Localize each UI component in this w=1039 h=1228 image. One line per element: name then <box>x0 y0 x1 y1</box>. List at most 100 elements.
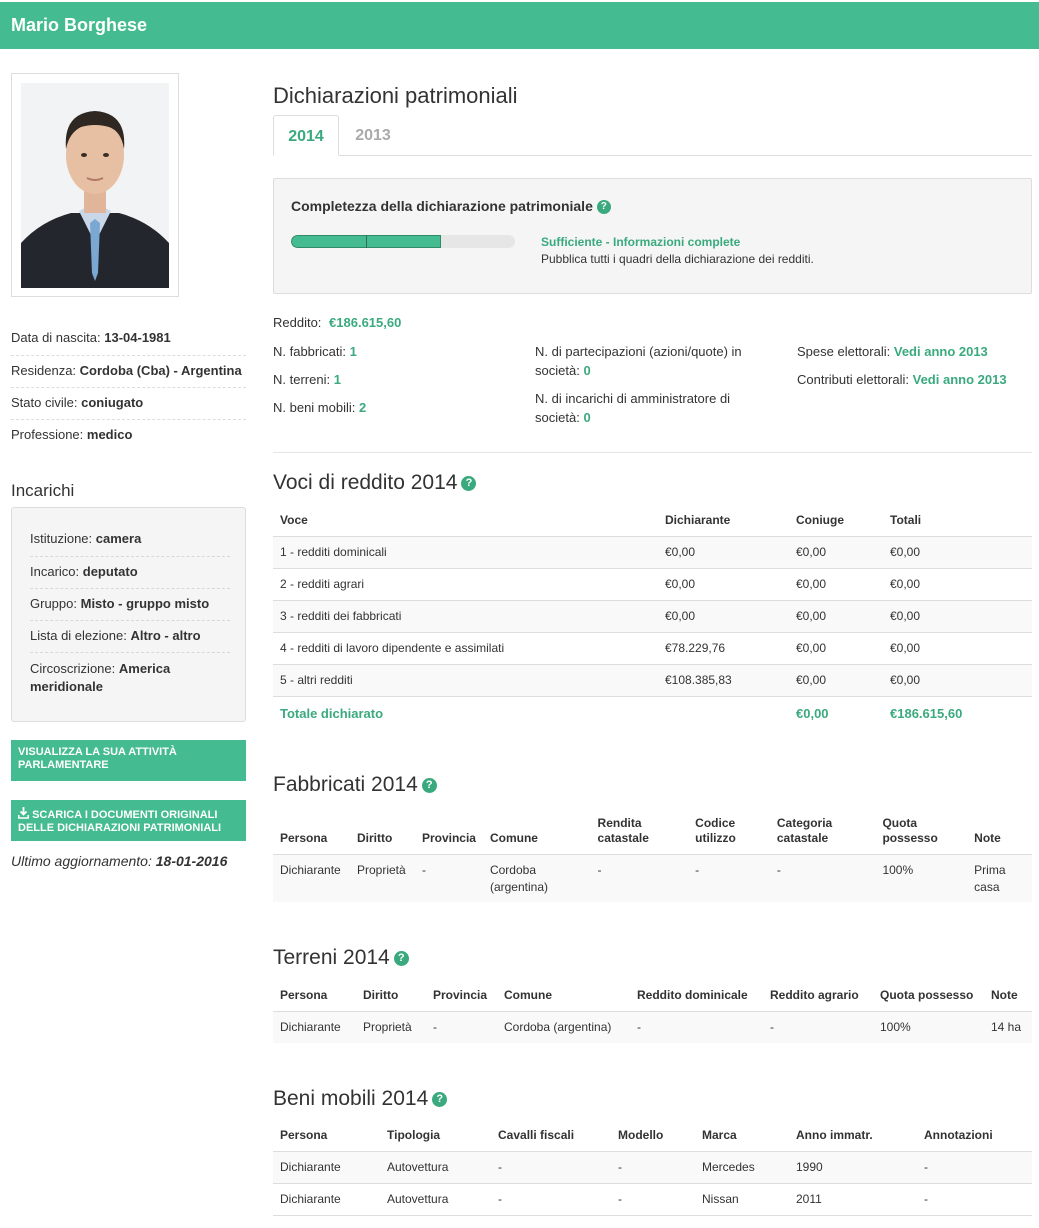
incarico-value: deputato <box>82 564 138 579</box>
page-title: Dichiarazioni patrimoniali <box>273 83 518 108</box>
last-update-label: Ultimo aggiornamento: <box>11 853 152 869</box>
table-cell: €0,00 <box>883 600 1032 633</box>
fabbricati-count-label: N. fabbricati: <box>273 344 346 359</box>
column-header: Reddito agrario <box>763 988 873 1012</box>
column-header: Persona <box>273 988 356 1012</box>
table-cell: Dichiarante <box>273 1151 380 1184</box>
question-circle-icon[interactable]: ? <box>393 950 409 966</box>
column-header: Diritto <box>349 815 415 855</box>
gruppo-label: Gruppo: <box>30 596 77 611</box>
table-cell: 3 - redditi dei fabbricati <box>273 600 658 633</box>
tab-2013[interactable]: 2013 <box>340 115 406 156</box>
column-header: Tipologia <box>380 1128 491 1152</box>
table-cell: €0,00 <box>658 568 789 601</box>
civil-status-value: coniugato <box>81 395 144 410</box>
table-cell: - <box>763 1011 873 1043</box>
table-row: 4 - redditi di lavoro dipendente e assim… <box>273 632 1032 665</box>
circoscrizione-label: Circoscrizione: <box>30 661 116 676</box>
divider <box>11 387 246 388</box>
table-header-row: Persona Tipologia Cavalli fiscali Modello Ma… <box>273 1128 1032 1152</box>
column-header: Rendita catastale <box>590 815 689 855</box>
last-update: Ultimo aggiornamento: 18-01-2016 <box>11 853 227 869</box>
table-cell: Nissan <box>695 1183 789 1216</box>
beni-title-text: Beni mobili 2014 <box>273 1087 429 1110</box>
question-circle-icon[interactable]: ? <box>421 777 437 793</box>
progress-tick <box>366 235 367 248</box>
birth-date-label: Data di nascita: <box>11 330 101 345</box>
table-cell: - <box>769 854 876 902</box>
table-cell: Cordoba (argentina) <box>497 1011 630 1043</box>
redditi-title-text: Voci di reddito 2014 <box>273 471 458 494</box>
terreni-count: N. terreni: 1 <box>273 370 341 389</box>
table-cell: €0,00 <box>883 536 1032 569</box>
reddito-summary: Reddito: €186.615,60 <box>273 313 401 332</box>
profession-value: medico <box>86 427 133 442</box>
question-circle-icon[interactable]: ? <box>432 1091 448 1107</box>
column-header: Modello <box>611 1128 695 1152</box>
view-activity-button[interactable]: Visualizza la sua attività parlamentare <box>11 740 246 781</box>
beni-count-label: N. beni mobili: <box>273 400 356 415</box>
completeness-title: Completezza della dichiarazione patrimon… <box>291 198 611 215</box>
column-header: Quota possesso <box>875 815 968 855</box>
table-cell: - <box>688 854 770 902</box>
table-cell: €0,00 <box>658 600 789 633</box>
column-header: Codice utilizzo <box>688 815 770 855</box>
table-cell: 4 - redditi di lavoro dipendente e assim… <box>273 632 658 665</box>
divider <box>30 620 230 621</box>
beni-count-value: 2 <box>359 400 367 415</box>
column-header: Note <box>967 815 1032 855</box>
top-header: Mario Borghese <box>0 2 1039 49</box>
table-cell: €0,00 <box>789 600 883 633</box>
question-circle-icon[interactable]: ? <box>461 475 477 491</box>
column-header: Marca <box>695 1128 789 1152</box>
last-update-value: 18-01-2016 <box>155 853 228 869</box>
table-total-cell: €0,00 <box>789 696 883 731</box>
incarichi-box: Istituzione: camera Incarico: deputato G… <box>11 507 246 722</box>
table-cell: €0,00 <box>883 632 1032 665</box>
table-cell: 2011 <box>789 1183 917 1216</box>
spese-elettorali-link[interactable]: Vedi anno 2013 <box>894 344 988 359</box>
terreni-table: Persona Diritto Provincia Comune Reddito dom… <box>273 988 1032 1043</box>
terreni-title-text: Terreni 2014 <box>273 946 390 969</box>
column-header: Annotazioni <box>917 1128 1032 1152</box>
column-header: Comune <box>482 815 591 855</box>
column-header: Note <box>984 988 1032 1012</box>
column-header: Persona <box>273 1128 380 1152</box>
question-circle-icon[interactable]: ? <box>596 200 611 215</box>
completeness-status: Sufficiente - Informazioni complete <box>541 235 741 249</box>
istituzione-value: camera <box>95 531 142 546</box>
table-header-row: Persona Diritto Provincia Comune Reddito dom… <box>273 988 1032 1012</box>
fabbricati-title-text: Fabbricati 2014 <box>273 773 418 796</box>
table-cell: - <box>590 854 689 902</box>
completeness-progress-bar <box>291 235 515 248</box>
table-cell: €0,00 <box>883 664 1032 697</box>
table-cell: €0,00 <box>658 536 789 569</box>
table-row: 5 - altri redditi €108.385,83 €0,00 €0,00 <box>273 664 1032 697</box>
incarico-label: Incarico: <box>30 564 80 579</box>
column-header: Coniuge <box>789 513 883 537</box>
lista-row: Lista di elezione: Altro - altro <box>30 627 230 645</box>
tab-2014[interactable]: 2014 <box>273 115 339 156</box>
download-documents-button[interactable]: Scarica i documenti originali delle dich… <box>11 800 246 841</box>
amministratore-count: N. di incarichi di amministratore di soc… <box>535 389 770 427</box>
incarichi-title: Incarichi <box>11 481 75 500</box>
politician-name: Mario Borghese <box>11 15 148 35</box>
divider <box>30 588 230 589</box>
istituzione-label: Istituzione: <box>30 531 93 546</box>
table-row: 2 - redditi agrari €0,00 €0,00 €0,00 <box>273 568 1032 601</box>
column-header: Anno immatr. <box>789 1128 917 1152</box>
fabbricati-table: Persona Diritto Provincia Comune Rendita cat… <box>273 815 1032 902</box>
column-header: Reddito dominicale <box>630 988 763 1012</box>
table-cell: Prima casa <box>967 854 1032 902</box>
column-header: Diritto <box>356 988 426 1012</box>
table-total-cell: €186.615,60 <box>883 696 1032 731</box>
contributi-elettorali-link[interactable]: Vedi anno 2013 <box>913 372 1007 387</box>
column-header: Provincia <box>426 988 497 1012</box>
contributi-elettorali-label: Contributi elettorali: <box>797 372 909 387</box>
table-row: Dichiarante Proprietà - Cordoba (argentina)… <box>273 1011 1032 1043</box>
table-cell: €108.385,83 <box>658 664 789 697</box>
column-header: Quota possesso <box>873 988 984 1012</box>
civil-status-label: Stato civile: <box>11 395 78 410</box>
divider <box>11 419 246 420</box>
spese-elettorali-label: Spese elettorali: <box>797 344 891 359</box>
